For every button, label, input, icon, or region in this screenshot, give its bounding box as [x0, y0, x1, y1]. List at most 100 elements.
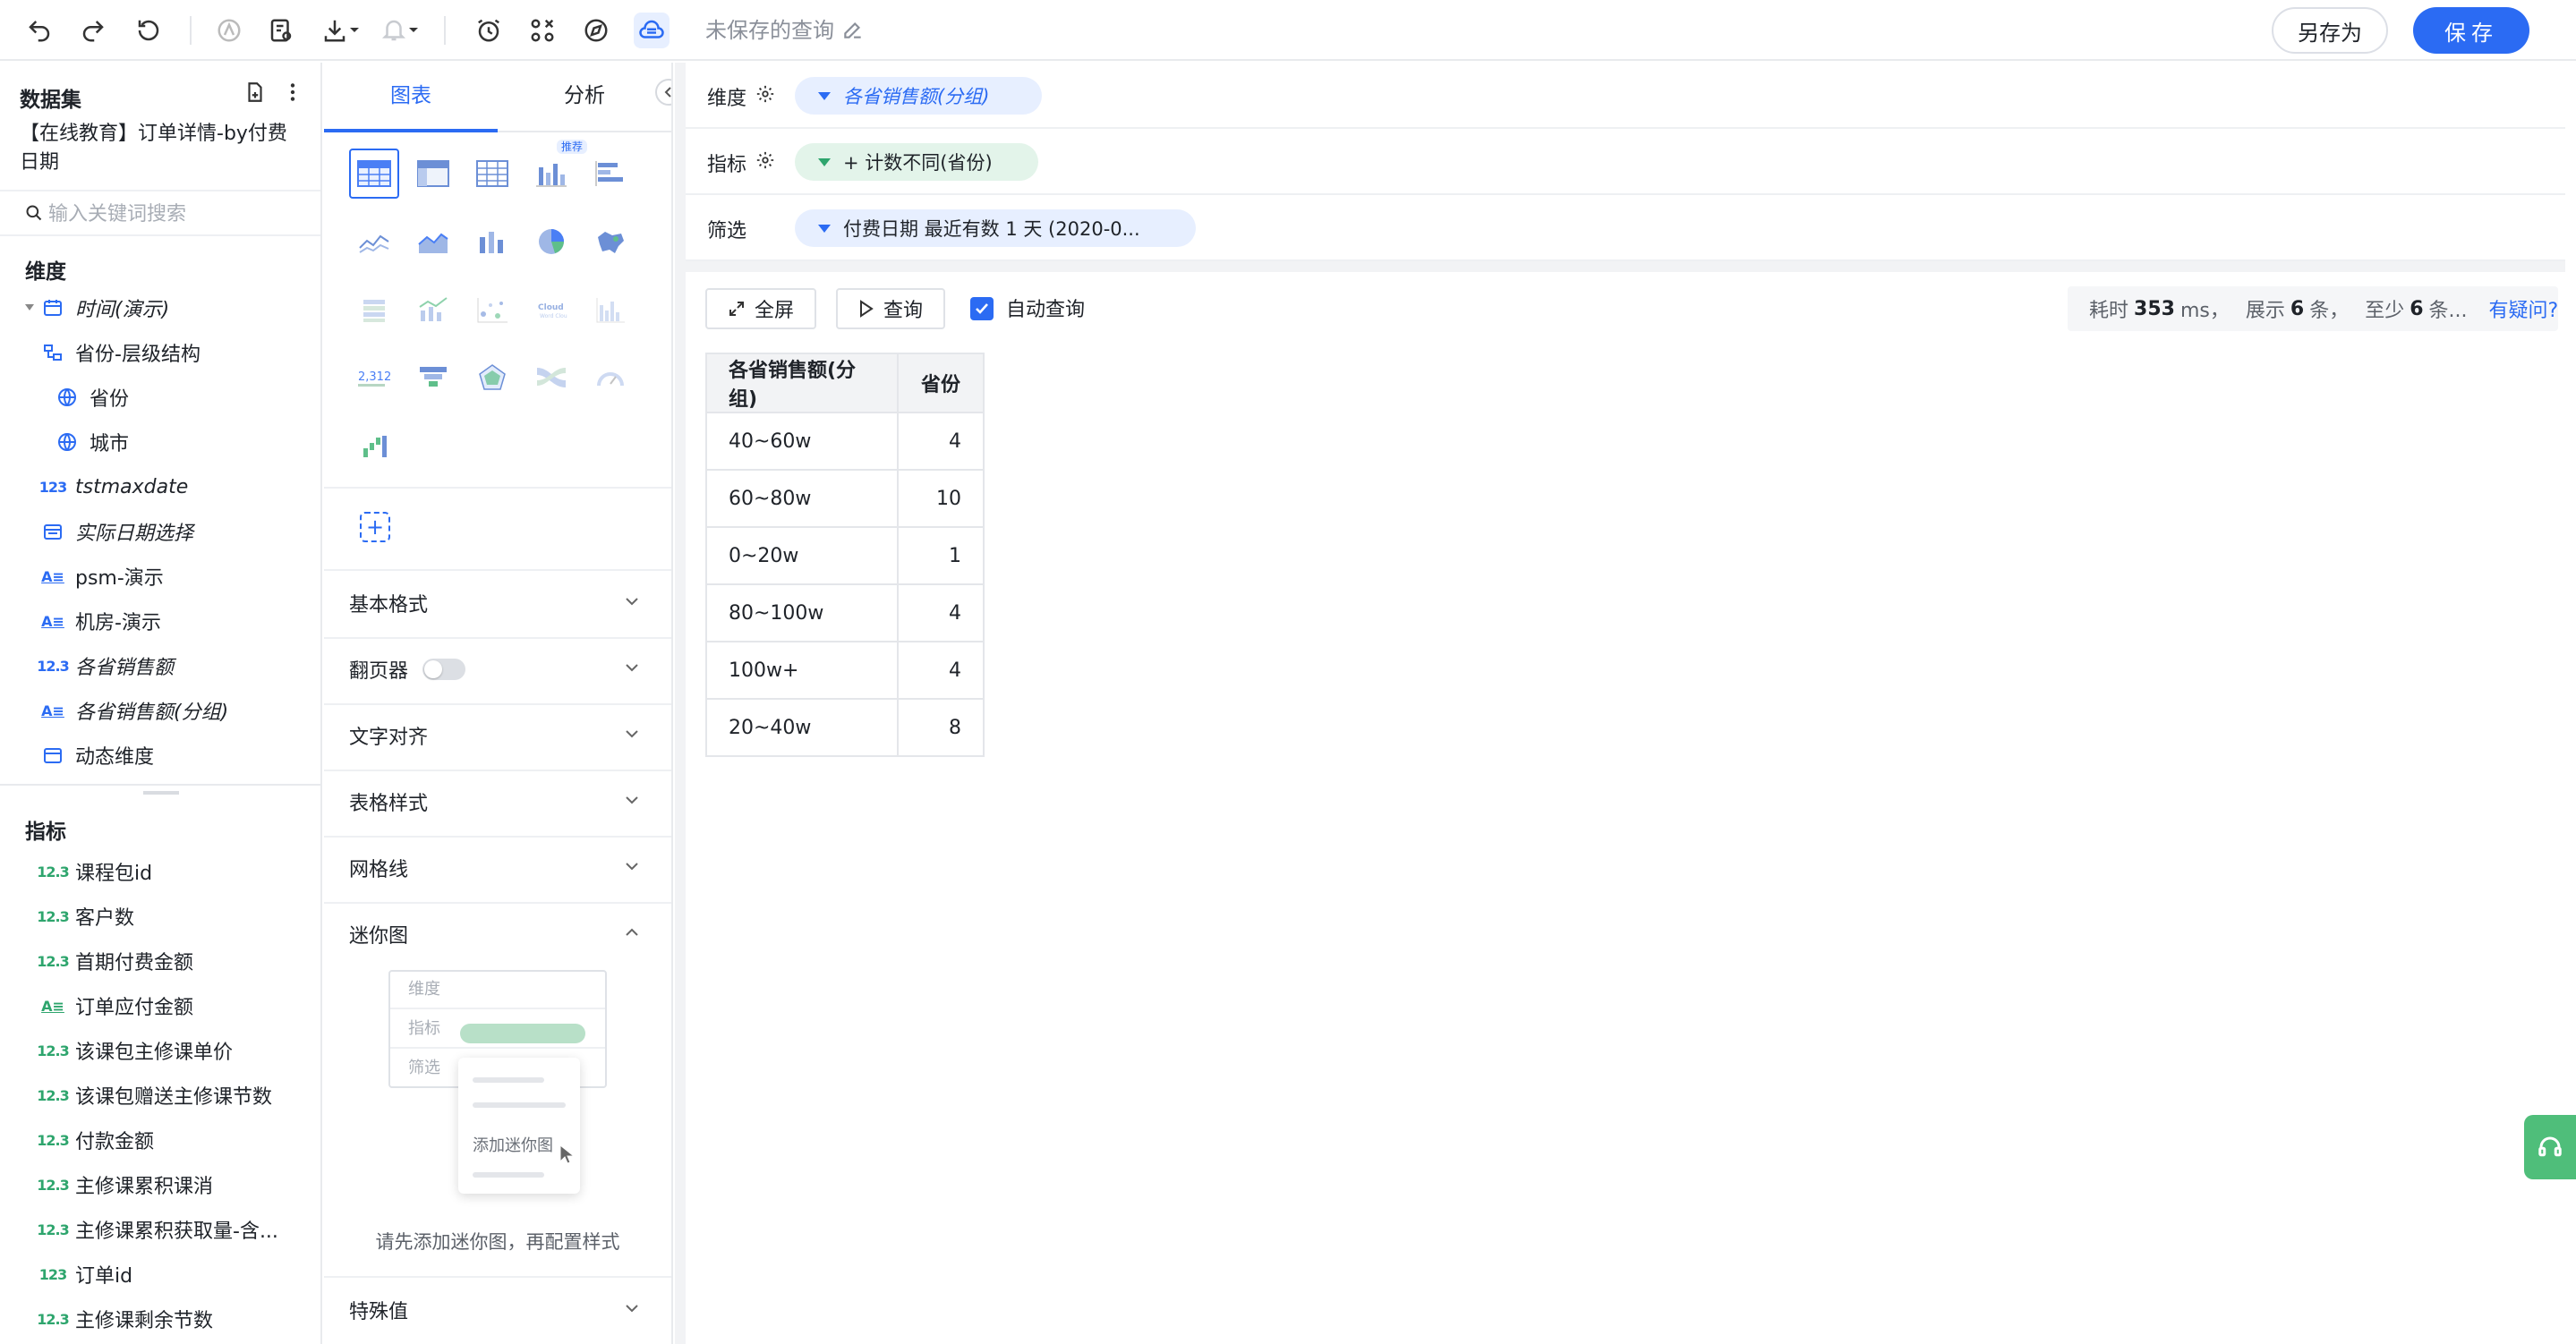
table-cell[interactable]: 20~40w [705, 698, 899, 757]
radar-chart-icon[interactable] [467, 353, 517, 403]
section-basic-format[interactable]: 基本格式 [324, 571, 671, 637]
expand-caret-icon[interactable] [25, 304, 34, 310]
kpi-card-icon[interactable]: 2,312 [349, 353, 399, 403]
section-pager[interactable]: 翻页器 [324, 637, 671, 703]
tab-analysis[interactable]: 分析 [564, 82, 605, 109]
pie-chart-icon[interactable] [526, 217, 576, 267]
table-cell[interactable]: 1 [897, 526, 985, 585]
redo-icon[interactable] [75, 13, 111, 48]
table-cell[interactable]: 40~60w [705, 412, 899, 471]
pivot-table-icon[interactable] [408, 149, 458, 199]
save-button[interactable]: 保存 [2413, 7, 2529, 54]
add-custom-chart-icon[interactable]: + [360, 512, 390, 542]
more-menu-icon[interactable] [281, 81, 304, 104]
horizontal-bar-icon[interactable] [585, 149, 635, 199]
auto-query-checkbox[interactable] [970, 297, 994, 320]
field-search-input[interactable] [48, 200, 308, 227]
fullscreen-button[interactable]: 全屏 [705, 288, 816, 329]
metric-item[interactable]: 12.3 付款金额 [37, 1122, 154, 1158]
column-header[interactable]: 各省销售额(分组) [705, 353, 899, 413]
column-chart-icon[interactable] [467, 217, 517, 267]
filter-cross-icon[interactable] [525, 13, 560, 48]
metric-item[interactable]: 12.3 主修课累积课消 [37, 1167, 213, 1203]
dimension-item[interactable]: A≡ 机房-演示 [41, 603, 161, 639]
section-table-style[interactable]: 表格样式 [324, 770, 671, 836]
dimension-item[interactable]: A≡ psm-演示 [41, 558, 164, 594]
table-cell[interactable]: 4 [897, 412, 985, 471]
gauge-chart-icon[interactable] [585, 353, 635, 403]
filter-pill[interactable]: 付费日期 最近有数 1 天 (2020-0... [795, 209, 1196, 247]
section-grid-lines[interactable]: 网格线 [324, 836, 671, 902]
gear-icon[interactable] [755, 84, 775, 104]
tab-chart[interactable]: 图表 [390, 82, 431, 109]
navigate-icon[interactable] [578, 13, 614, 48]
dimension-pill[interactable]: 各省销售额(分组) [795, 77, 1042, 115]
table-cell[interactable]: 4 [897, 583, 985, 642]
pager-toggle[interactable] [422, 659, 465, 680]
metric-item[interactable]: 12.3 客户数 [37, 898, 134, 934]
metric-item[interactable]: 12.3 该课包主修课单价 [37, 1033, 233, 1068]
dimension-item[interactable]: 实际日期选择 [41, 514, 193, 549]
edit-title-icon[interactable] [841, 18, 865, 41]
dataset-name[interactable]: 【在线教育】订单详情-by付费日期 [20, 120, 306, 177]
section-special-values[interactable]: 特殊值 [324, 1278, 671, 1344]
alarm-icon[interactable] [471, 13, 507, 48]
table-cell[interactable]: 10 [897, 469, 985, 528]
number-type-icon: 123 [38, 478, 67, 496]
cloud-cache-icon[interactable] [634, 13, 670, 48]
add-field-icon[interactable] [243, 81, 267, 104]
headset-support-icon[interactable] [2524, 1115, 2576, 1179]
funnel-chart-icon[interactable] [408, 353, 458, 403]
dimension-item[interactable]: 动态维度 [41, 737, 154, 773]
dimension-item[interactable]: 123 tstmaxdate [38, 469, 188, 505]
dimension-item[interactable]: 12.3 各省销售额 [37, 648, 174, 684]
stacked-column-icon[interactable] [349, 285, 399, 335]
section-text-align[interactable]: 文字对齐 [324, 703, 671, 770]
clear-style-icon[interactable] [211, 13, 247, 48]
section-sparkline[interactable]: 迷你图 [324, 902, 671, 968]
word-cloud-icon[interactable]: CloudWord Cloud [526, 285, 576, 335]
collapse-panel-icon[interactable] [655, 79, 671, 106]
subscribe-dropdown-icon[interactable] [405, 13, 422, 48]
table-cell[interactable]: 4 [897, 641, 985, 700]
table-cell[interactable]: 0~20w [705, 526, 899, 585]
gear-icon[interactable] [755, 150, 775, 170]
undo-icon[interactable] [21, 13, 57, 48]
refresh-icon[interactable] [131, 13, 166, 48]
metric-item[interactable]: 12.3 主修课剩余节数 [37, 1301, 213, 1337]
dimension-item[interactable]: 时间(演示) [41, 290, 169, 326]
sql-view-icon[interactable] [263, 13, 299, 48]
map-chart-icon[interactable] [585, 217, 635, 267]
scatter-chart-icon[interactable] [467, 285, 517, 335]
sankey-chart-icon[interactable] [526, 353, 576, 403]
download-dropdown-icon[interactable] [345, 13, 363, 48]
dimension-item[interactable]: A≡ 各省销售额(分组) [41, 693, 228, 728]
save-as-button[interactable]: 另存为 [2272, 7, 2388, 54]
detail-table-icon[interactable] [467, 149, 517, 199]
metric-item[interactable]: 123 订单id [39, 1256, 132, 1292]
help-link[interactable]: 有疑问? [2489, 294, 2559, 323]
area-chart-icon[interactable] [408, 217, 458, 267]
table-cell[interactable]: 100w+ [705, 641, 899, 700]
dimension-item[interactable]: 省份 [55, 379, 129, 415]
run-query-button[interactable]: 查询 [836, 288, 945, 329]
bar-chart-icon[interactable] [526, 149, 576, 199]
dimension-item[interactable]: 省份-层级结构 [41, 335, 200, 370]
table-cell[interactable]: 80~100w [705, 583, 899, 642]
resize-handle[interactable] [143, 791, 179, 795]
line-chart-icon[interactable] [349, 217, 399, 267]
waterfall-chart-icon[interactable] [349, 421, 399, 471]
metric-item[interactable]: 12.3 首期付费金额 [37, 943, 193, 979]
metric-item[interactable]: 12.3 课程包id [37, 854, 152, 889]
column-header[interactable]: 省份 [897, 353, 985, 413]
table-cell[interactable]: 60~80w [705, 469, 899, 528]
dimension-item[interactable]: 城市 [55, 424, 129, 460]
metric-item[interactable]: 12.3 主修课累积获取量-含... [37, 1212, 278, 1247]
table-chart-icon[interactable] [349, 149, 399, 199]
metric-pill[interactable]: + 计数不同(省份) [795, 143, 1038, 181]
metric-item[interactable]: 12.3 该课包赠送主修课节数 [37, 1077, 272, 1113]
histogram-icon[interactable] [585, 285, 635, 335]
combo-chart-icon[interactable] [408, 285, 458, 335]
table-cell[interactable]: 8 [897, 698, 985, 757]
metric-item[interactable]: A≡ 订单应付金额 [41, 988, 193, 1024]
